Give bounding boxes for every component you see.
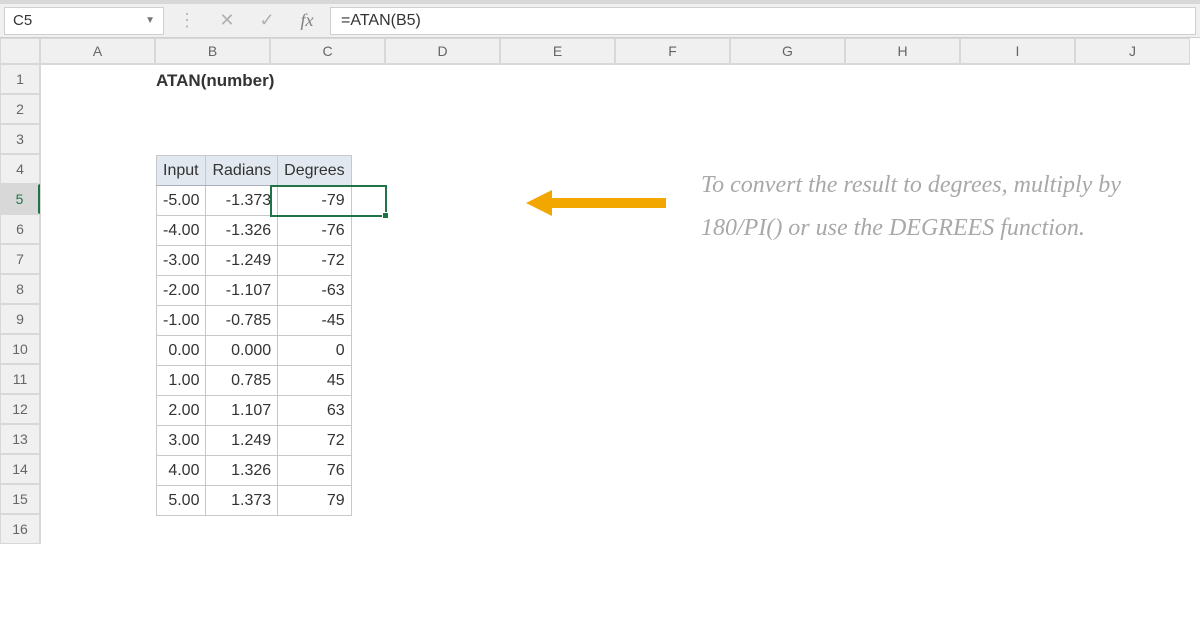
- col-input[interactable]: Input: [157, 156, 206, 186]
- table-row: 3.001.24972: [157, 426, 352, 456]
- cell[interactable]: 0.00: [157, 336, 206, 366]
- cell[interactable]: -45: [278, 306, 351, 336]
- cell[interactable]: -4.00: [157, 216, 206, 246]
- cell[interactable]: -72: [278, 246, 351, 276]
- col-header[interactable]: H: [845, 38, 960, 64]
- row-header[interactable]: 12: [0, 394, 40, 424]
- cell[interactable]: 1.249: [206, 426, 278, 456]
- cell[interactable]: -63: [278, 276, 351, 306]
- col-header[interactable]: I: [960, 38, 1075, 64]
- col-header[interactable]: G: [730, 38, 845, 64]
- cell[interactable]: -1.326: [206, 216, 278, 246]
- spreadsheet: A B C D E F G H I J 1 2 3 4 5 6 7 8 9 10…: [0, 38, 1200, 630]
- cell[interactable]: 76: [278, 456, 351, 486]
- cell[interactable]: 79: [278, 486, 351, 516]
- row-header[interactable]: 3: [0, 124, 40, 154]
- cell[interactable]: -0.785: [206, 306, 278, 336]
- row-header[interactable]: 9: [0, 304, 40, 334]
- name-box[interactable]: C5 ▼: [4, 7, 164, 35]
- name-box-dropdown-icon[interactable]: ▼: [145, 15, 155, 26]
- col-header[interactable]: E: [500, 38, 615, 64]
- cell[interactable]: 4.00: [157, 456, 206, 486]
- col-header[interactable]: C: [270, 38, 385, 64]
- formula-bar-expand-icon[interactable]: ⋮: [170, 10, 204, 31]
- cell[interactable]: 2.00: [157, 396, 206, 426]
- table-row: -5.00-1.373-79: [157, 186, 352, 216]
- col-radians[interactable]: Radians: [206, 156, 278, 186]
- table-row: -2.00-1.107-63: [157, 276, 352, 306]
- table-header-row: Input Radians Degrees: [157, 156, 352, 186]
- row-header-active[interactable]: 5: [0, 184, 40, 214]
- cell[interactable]: -2.00: [157, 276, 206, 306]
- col-degrees[interactable]: Degrees: [278, 156, 351, 186]
- cell[interactable]: -1.373: [206, 186, 278, 216]
- cell[interactable]: 0.000: [206, 336, 278, 366]
- enter-icon[interactable]: ✓: [250, 10, 284, 31]
- fx-icon[interactable]: fx: [290, 10, 324, 31]
- table-row: 2.001.10763: [157, 396, 352, 426]
- table-row: 4.001.32676: [157, 456, 352, 486]
- cell[interactable]: 1.326: [206, 456, 278, 486]
- row-header[interactable]: 14: [0, 454, 40, 484]
- cell[interactable]: 1.00: [157, 366, 206, 396]
- formula-bar: C5 ▼ ⋮ ✕ ✓ fx =ATAN(B5): [0, 0, 1200, 38]
- row-header[interactable]: 15: [0, 484, 40, 514]
- cell[interactable]: -76: [278, 216, 351, 246]
- cell[interactable]: -1.107: [206, 276, 278, 306]
- cell[interactable]: 3.00: [157, 426, 206, 456]
- cell[interactable]: 1.373: [206, 486, 278, 516]
- select-all-corner[interactable]: [0, 38, 40, 64]
- table-row: -3.00-1.249-72: [157, 246, 352, 276]
- annotation-arrow-icon: [526, 188, 666, 218]
- cell[interactable]: 5.00: [157, 486, 206, 516]
- cell[interactable]: 45: [278, 366, 351, 396]
- row-header[interactable]: 16: [0, 514, 40, 544]
- cell[interactable]: -79: [278, 186, 351, 216]
- col-header[interactable]: B: [155, 38, 270, 64]
- row-header[interactable]: 1: [0, 64, 40, 94]
- cell[interactable]: 0: [278, 336, 351, 366]
- cell[interactable]: 0.785: [206, 366, 278, 396]
- cancel-icon[interactable]: ✕: [210, 10, 244, 31]
- row-header[interactable]: 6: [0, 214, 40, 244]
- row-header[interactable]: 13: [0, 424, 40, 454]
- cell[interactable]: 63: [278, 396, 351, 426]
- annotation-text: To convert the result to degrees, multip…: [701, 164, 1181, 250]
- row-header[interactable]: 10: [0, 334, 40, 364]
- col-header[interactable]: J: [1075, 38, 1190, 64]
- col-header[interactable]: D: [385, 38, 500, 64]
- row-header[interactable]: 4: [0, 154, 40, 184]
- col-header[interactable]: A: [40, 38, 155, 64]
- row-header[interactable]: 7: [0, 244, 40, 274]
- row-header[interactable]: 8: [0, 274, 40, 304]
- cell[interactable]: 72: [278, 426, 351, 456]
- cell[interactable]: -5.00: [157, 186, 206, 216]
- table-row: -1.00-0.785-45: [157, 306, 352, 336]
- row-header[interactable]: 11: [0, 364, 40, 394]
- row-header[interactable]: 2: [0, 94, 40, 124]
- name-box-value: C5: [13, 12, 32, 29]
- table-row: 5.001.37379: [157, 486, 352, 516]
- cell[interactable]: -1.249: [206, 246, 278, 276]
- formula-text: =ATAN(B5): [341, 12, 421, 30]
- formula-input[interactable]: =ATAN(B5): [330, 7, 1196, 35]
- cell[interactable]: -3.00: [157, 246, 206, 276]
- table-row: -4.00-1.326-76: [157, 216, 352, 246]
- col-header[interactable]: F: [615, 38, 730, 64]
- data-zone: ATAN(number) Input Radians Degrees -5.00…: [41, 65, 274, 95]
- table-title: ATAN(number): [41, 65, 274, 95]
- cell[interactable]: -1.00: [157, 306, 206, 336]
- table-row: 0.000.0000: [157, 336, 352, 366]
- cell[interactable]: 1.107: [206, 396, 278, 426]
- data-table: Input Radians Degrees -5.00-1.373-79 -4.…: [156, 155, 352, 516]
- table-row: 1.000.78545: [157, 366, 352, 396]
